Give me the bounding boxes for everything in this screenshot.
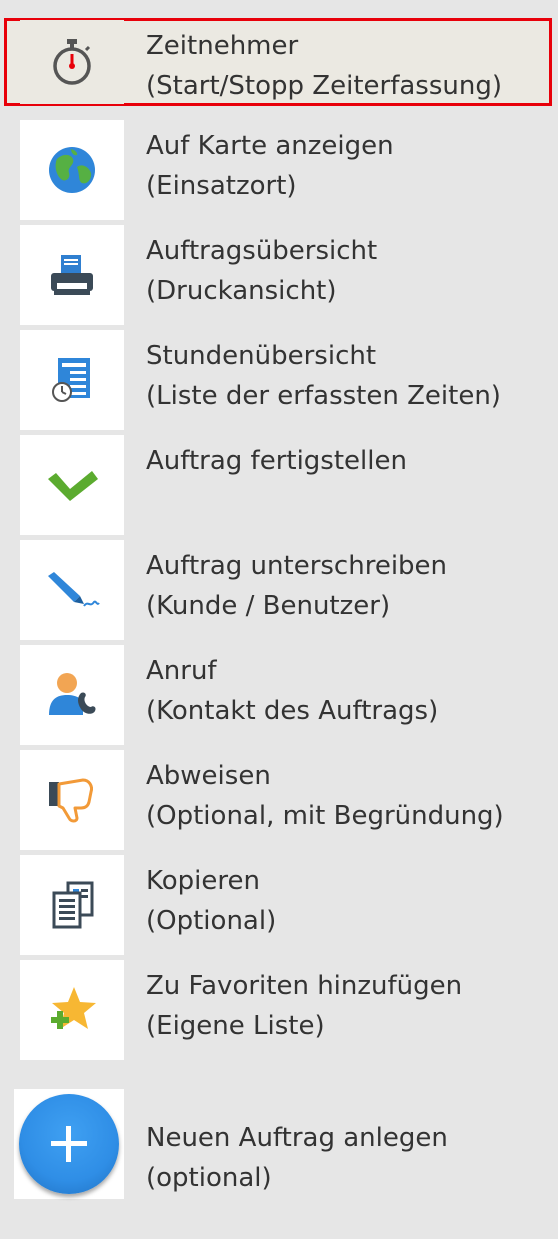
action-menu: Zeitnehmer (Start/Stopp Zeiterfassung) A… bbox=[0, 0, 558, 1239]
menu-item-label: Kopieren (Optional) bbox=[146, 861, 276, 941]
item-title: Zu Favoriten hinzufügen bbox=[146, 971, 463, 1001]
item-subtitle: (Einsatzort) bbox=[146, 171, 297, 201]
item-subtitle: (Optional) bbox=[146, 906, 277, 936]
plus-icon bbox=[19, 1094, 119, 1194]
menu-item-label: Zu Favoriten hinzufügen (Eigene Liste) bbox=[146, 966, 462, 1046]
stopwatch-icon bbox=[20, 20, 124, 104]
menu-item-zeitnehmer[interactable]: Zeitnehmer (Start/Stopp Zeiterfassung) bbox=[0, 8, 558, 112]
contact-phone-icon bbox=[20, 645, 124, 745]
new-order-button[interactable] bbox=[14, 1089, 124, 1199]
timesheet-icon bbox=[20, 330, 124, 430]
printer-icon bbox=[20, 225, 124, 325]
item-title: Auftragsübersicht bbox=[146, 236, 378, 266]
signature-pen-icon bbox=[20, 540, 124, 640]
new-order-label: Neuen Auftrag anlegen (optional) bbox=[146, 1118, 448, 1198]
menu-item-label: Auftrag fertigstellen bbox=[146, 441, 407, 481]
item-subtitle: (Start/Stopp Zeiterfassung) bbox=[146, 71, 502, 101]
menu-item-sign-order[interactable]: Auftrag unterschreiben (Kunde / Benutzer… bbox=[0, 540, 558, 644]
copy-icon bbox=[20, 855, 124, 955]
menu-item-complete-order[interactable]: Auftrag fertigstellen bbox=[0, 435, 558, 539]
item-title: Auftrag unterschreiben bbox=[146, 551, 448, 581]
item-subtitle: (optional) bbox=[146, 1163, 272, 1193]
globe-icon bbox=[20, 120, 124, 220]
menu-item-label: Stundenübersicht (Liste der erfassten Ze… bbox=[146, 336, 501, 416]
menu-item-map[interactable]: Auf Karte anzeigen (Einsatzort) bbox=[0, 120, 558, 224]
menu-item-timesheet[interactable]: Stundenübersicht (Liste der erfassten Ze… bbox=[0, 330, 558, 434]
item-subtitle: (Kunde / Benutzer) bbox=[146, 591, 391, 621]
menu-item-label: Zeitnehmer (Start/Stopp Zeiterfassung) bbox=[146, 26, 502, 106]
item-title: Kopieren bbox=[146, 866, 260, 896]
item-title: Auf Karte anzeigen bbox=[146, 131, 394, 161]
menu-item-label: Auftragsübersicht (Druckansicht) bbox=[146, 231, 377, 311]
menu-item-label: Auf Karte anzeigen (Einsatzort) bbox=[146, 126, 394, 206]
menu-item-label: Abweisen (Optional, mit Begründung) bbox=[146, 756, 504, 836]
item-subtitle: (Eigene Liste) bbox=[146, 1011, 325, 1041]
add-favorite-icon bbox=[20, 960, 124, 1060]
menu-item-reject[interactable]: Abweisen (Optional, mit Begründung) bbox=[0, 750, 558, 854]
checkmark-icon bbox=[20, 435, 124, 535]
item-subtitle: (Kontakt des Auftrags) bbox=[146, 696, 439, 726]
item-title: Neuen Auftrag anlegen bbox=[146, 1123, 448, 1153]
item-subtitle: (Optional, mit Begründung) bbox=[146, 801, 504, 831]
item-title: Stundenübersicht bbox=[146, 341, 377, 371]
thumbs-down-icon bbox=[20, 750, 124, 850]
menu-item-call[interactable]: Anruf (Kontakt des Auftrags) bbox=[0, 645, 558, 749]
item-subtitle: (Druckansicht) bbox=[146, 276, 337, 306]
item-title: Anruf bbox=[146, 656, 217, 686]
menu-item-add-favorite[interactable]: Zu Favoriten hinzufügen (Eigene Liste) bbox=[0, 960, 558, 1064]
item-title: Abweisen bbox=[146, 761, 271, 791]
menu-item-print-overview[interactable]: Auftragsübersicht (Druckansicht) bbox=[0, 225, 558, 329]
item-title: Zeitnehmer bbox=[146, 31, 299, 61]
item-title: Auftrag fertigstellen bbox=[146, 446, 407, 476]
menu-item-label: Anruf (Kontakt des Auftrags) bbox=[146, 651, 438, 731]
menu-item-copy[interactable]: Kopieren (Optional) bbox=[0, 855, 558, 959]
item-subtitle: (Liste der erfassten Zeiten) bbox=[146, 381, 501, 411]
menu-item-label: Auftrag unterschreiben (Kunde / Benutzer… bbox=[146, 546, 447, 626]
